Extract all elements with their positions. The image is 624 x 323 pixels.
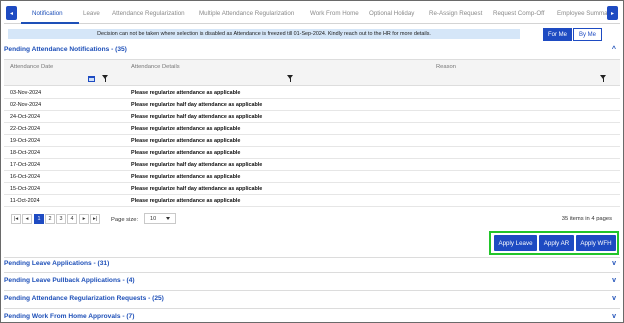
divider [4,290,620,291]
row-detail: Please regularize attendance as applicab… [131,174,241,180]
page-size-select[interactable]: 10 [144,213,176,224]
chevron-up-icon[interactable]: ^ [612,46,616,53]
last-page-button[interactable]: ▸| [90,214,100,224]
row-date: 24-Oct-2024 [10,114,40,120]
apply-wfh-button[interactable]: Apply WFH [576,235,616,251]
row-detail: Please regularize half day attendance as… [131,114,263,120]
for-me-toggle[interactable]: For Me [543,28,572,41]
pending-leave-pullback-header[interactable]: Pending Leave Pullback Applications - (4… [4,277,620,284]
row-date: 18-Oct-2024 [10,150,40,156]
details-filter-icon[interactable] [287,75,293,82]
row-date: 15-Oct-2024 [10,186,40,192]
chevron-down-icon[interactable]: v [612,295,616,302]
tab-scroll-left-button[interactable]: ◂ [6,6,17,20]
active-tab-indicator [21,22,79,24]
app-window: ◂ Notification Leave Attendance Regulari… [0,0,624,323]
page-4-button[interactable]: 4 [67,214,77,224]
next-page-button[interactable]: ▸ [79,214,89,224]
section-title: Pending Leave Applications - (31) [4,260,110,267]
table-row[interactable]: 17-Oct-2024 Please regularize half day a… [4,159,620,171]
tab-attendance-regularization[interactable]: Attendance Regularization [112,10,185,17]
chevron-down-icon[interactable]: v [612,260,616,267]
divider [4,272,620,273]
tab-multiple-attendance-regularization[interactable]: Multiple Attendance Regularization [199,10,294,17]
row-date: 22-Oct-2024 [10,126,40,132]
pending-attendance-title: Pending Attendance Notifications - (35) [4,46,127,53]
row-date: 19-Oct-2024 [10,138,40,144]
tab-employee-summary[interactable]: Employee Summa [557,10,608,17]
page-size-value: 10 [150,215,157,222]
row-detail: Please regularize half day attendance as… [131,162,263,168]
tab-scroll-right-button[interactable]: ▸ [607,6,618,20]
row-detail: Please regularize half day attendance as… [131,186,263,192]
section-title: Pending Leave Pullback Applications - (4… [4,277,135,284]
row-detail: Please regularize attendance as applicab… [131,126,241,132]
row-date: 11-Oct-2024 [10,198,40,204]
table-row[interactable]: 16-Oct-2024 Please regularize attendance… [4,171,620,183]
table-row[interactable]: 02-Nov-2024 Please regularize half day a… [4,99,620,111]
table-row[interactable]: 22-Oct-2024 Please regularize attendance… [4,123,620,135]
chevron-down-icon[interactable]: v [612,277,616,284]
tab-request-comp-off[interactable]: Request Comp-Off [493,10,544,17]
tab-work-from-home[interactable]: Work From Home [310,10,359,17]
tab-optional-holiday[interactable]: Optional Holiday [369,10,414,17]
column-attendance-details[interactable]: Attendance Details [131,64,180,70]
pager-info: 35 items in 4 pages [561,216,612,222]
divider [4,257,620,258]
row-detail: Please regularize attendance as applicab… [131,138,241,144]
table-row[interactable]: 11-Oct-2024 Please regularize attendance… [4,195,620,207]
tab-leave[interactable]: Leave [83,10,100,17]
divider [4,308,620,309]
apply-ar-button[interactable]: Apply AR [539,235,574,251]
pending-leave-header[interactable]: Pending Leave Applications - (31) v [4,260,620,267]
row-detail: Please regularize attendance as applicab… [131,90,241,96]
freeze-notice: Decision can not be taken where selectio… [8,29,520,39]
row-date: 16-Oct-2024 [10,174,40,180]
page-3-button[interactable]: 3 [56,214,66,224]
table-row[interactable]: 19-Oct-2024 Please regularize attendance… [4,135,620,147]
row-detail: Please regularize attendance as applicab… [131,198,241,204]
pending-ar-requests-header[interactable]: Pending Attendance Regularization Reques… [4,295,620,302]
row-detail: Please regularize half day attendance as… [131,102,263,108]
row-date: 03-Nov-2024 [10,90,42,96]
table-row[interactable]: 15-Oct-2024 Please regularize half day a… [4,183,620,195]
page-size-label: Page size: [111,217,139,223]
page-2-button[interactable]: 2 [45,214,55,224]
apply-leave-button[interactable]: Apply Leave [494,235,537,251]
tab-bar: ◂ Notification Leave Attendance Regulari… [4,4,620,24]
table-row[interactable]: 24-Oct-2024 Please regularize half day a… [4,111,620,123]
reason-filter-icon[interactable] [600,75,606,82]
column-attendance-date[interactable]: Attendance Date [10,64,53,70]
tab-notification[interactable]: Notification [32,10,63,17]
section-title: Pending Attendance Regularization Reques… [4,295,164,302]
by-me-toggle[interactable]: By Me [573,28,602,41]
chevron-down-icon[interactable]: v [612,313,616,320]
grid-header: Attendance Date Attendance Details Reaso… [4,59,620,86]
column-reason[interactable]: Reason [436,64,456,70]
page-1-button[interactable]: 1 [34,214,44,224]
pending-wfh-approvals-header[interactable]: Pending Work From Home Approvals - (7) v [4,313,620,320]
pending-attendance-header[interactable]: Pending Attendance Notifications - (35) … [4,46,620,53]
first-page-button[interactable]: |◂ [11,214,21,224]
row-date: 02-Nov-2024 [10,102,42,108]
section-title: Pending Work From Home Approvals - (7) [4,313,135,320]
table-row[interactable]: 03-Nov-2024 Please regularize attendance… [4,87,620,99]
table-row[interactable]: 18-Oct-2024 Please regularize attendance… [4,147,620,159]
date-filter-icon[interactable] [102,75,108,82]
tab-re-assign-request[interactable]: Re-Assign Request [429,10,482,17]
prev-page-button[interactable]: ◂ [22,214,32,224]
row-detail: Please regularize attendance as applicab… [131,150,241,156]
caret-down-icon [166,217,170,220]
pager: |◂ ◂ 1 2 3 4 ▸ ▸| Page size: 10 35 items… [4,210,620,228]
row-date: 17-Oct-2024 [10,162,40,168]
calendar-icon[interactable] [88,76,95,82]
